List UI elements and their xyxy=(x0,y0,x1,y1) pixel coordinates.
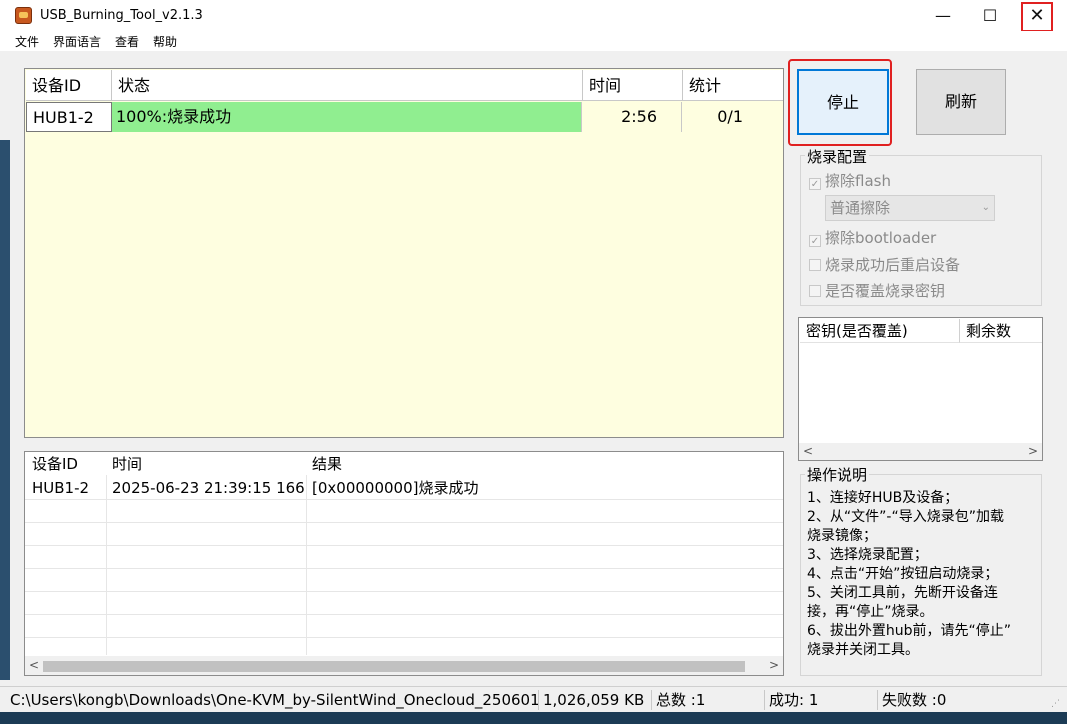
overwrite-key-label: 是否覆盖烧录密钥 xyxy=(825,282,946,300)
checkbox-unchecked-icon xyxy=(809,259,821,271)
header-status[interactable]: 状态 xyxy=(112,70,583,101)
menu-file[interactable]: 文件 xyxy=(15,33,39,50)
maximize-button[interactable]: ☐ xyxy=(967,0,1013,31)
status-divider xyxy=(651,690,652,710)
close-button[interactable]: ✕ xyxy=(1021,2,1053,32)
title-bar: USB_Burning_Tool_v2.1.3 — ☐ ✕ xyxy=(0,0,1067,32)
grid-line xyxy=(25,522,783,523)
instructions-title: 操作说明 xyxy=(805,464,870,485)
grid-line xyxy=(106,475,107,655)
log-row-id[interactable]: HUB1-2 xyxy=(26,477,106,500)
status-divider xyxy=(764,690,765,710)
status-file-size: 1,026,059 KB xyxy=(543,691,645,709)
log-horizontal-scrollbar[interactable]: < > xyxy=(25,656,783,675)
header-time[interactable]: 时间 xyxy=(583,70,683,101)
restart-after-label: 烧录成功后重启设备 xyxy=(825,256,961,274)
instruction-line: 2、从“文件”-“导入烧录包”加载 xyxy=(807,509,1004,525)
instruction-line: 接，再“停止”烧录。 xyxy=(807,604,934,620)
header-stat[interactable]: 统计 xyxy=(683,70,783,101)
key-header-key[interactable]: 密钥(是否覆盖) xyxy=(800,319,960,343)
log-grid[interactable]: 设备ID 时间 结果 HUB1-2 2025-06-23 21:39:15 16… xyxy=(24,451,784,676)
device-grid-header: 设备ID 状态 时间 统计 xyxy=(26,70,783,101)
instruction-line: 1、连接好HUB及设备； xyxy=(807,490,959,506)
erase-mode-select[interactable]: 普通擦除 ⌄ xyxy=(825,195,995,221)
grid-line xyxy=(306,475,307,655)
erase-flash-label: 擦除flash xyxy=(825,172,891,190)
desktop-background xyxy=(0,140,10,680)
checkbox-unchecked-icon xyxy=(809,285,821,297)
status-divider xyxy=(538,690,539,710)
key-table[interactable]: 密钥(是否覆盖) 剩余数 < > xyxy=(798,317,1043,461)
status-divider xyxy=(877,690,878,710)
scroll-thumb[interactable] xyxy=(43,661,745,672)
status-file-path: C:\Users\kongb\Downloads\One-KVM_by-Sile… xyxy=(10,691,538,709)
erase-flash-checkbox[interactable]: ✓ 擦除flash xyxy=(809,170,891,191)
device-row-status[interactable]: 100%:烧录成功 xyxy=(112,102,582,132)
grid-line xyxy=(25,591,783,592)
burn-config-title: 烧录配置 xyxy=(805,146,870,167)
grid-line xyxy=(25,499,783,500)
menu-help[interactable]: 帮助 xyxy=(153,33,177,50)
checkbox-checked-icon: ✓ xyxy=(809,178,821,190)
grid-line xyxy=(25,568,783,569)
instruction-line: 6、拔出外置hub前，请先“停止” xyxy=(807,623,1012,639)
device-grid[interactable]: 设备ID 状态 时间 统计 HUB1-2 100%:烧录成功 2:56 0/1 xyxy=(24,68,784,438)
device-row-id[interactable]: HUB1-2 xyxy=(26,102,112,132)
overwrite-key-checkbox[interactable]: 是否覆盖烧录密钥 xyxy=(809,280,945,301)
stop-button[interactable]: 停止 xyxy=(797,69,889,135)
device-row-stat[interactable]: 0/1 xyxy=(682,102,781,132)
erase-mode-value: 普通擦除 xyxy=(830,199,891,217)
chevron-down-icon: ⌄ xyxy=(981,202,990,213)
header-device-id[interactable]: 设备ID xyxy=(26,70,112,101)
log-header-time[interactable]: 时间 xyxy=(106,453,306,476)
taskbar-strip xyxy=(0,712,1067,724)
status-bar: C:\Users\kongb\Downloads\One-KVM_by-Sile… xyxy=(0,686,1067,713)
resize-grip-icon[interactable]: ⋰ xyxy=(1051,699,1063,711)
menu-bar: 文件 界面语言 查看 帮助 xyxy=(0,31,1067,51)
log-row-time[interactable]: 2025-06-23 21:39:15 166 xyxy=(106,477,306,500)
refresh-button[interactable]: 刷新 xyxy=(916,69,1006,135)
scroll-right-icon[interactable]: > xyxy=(1024,443,1042,460)
erase-bootloader-checkbox[interactable]: ✓ 擦除bootloader xyxy=(809,227,936,248)
log-header-result[interactable]: 结果 xyxy=(306,453,606,476)
key-horizontal-scrollbar[interactable]: < > xyxy=(799,443,1042,460)
scroll-left-icon[interactable]: < xyxy=(25,656,43,675)
status-fail: 失败数 :0 xyxy=(882,691,947,709)
main-window: USB_Burning_Tool_v2.1.3 — ☐ ✕ 文件 界面语言 查看… xyxy=(0,0,1067,724)
log-row-result[interactable]: [0x00000000]烧录成功 xyxy=(306,477,606,500)
key-header-remaining[interactable]: 剩余数 xyxy=(960,319,1042,343)
device-row-time[interactable]: 2:56 xyxy=(582,102,682,132)
scroll-right-icon[interactable]: > xyxy=(765,656,783,675)
restart-after-checkbox[interactable]: 烧录成功后重启设备 xyxy=(809,254,960,275)
instruction-line: 烧录并关闭工具。 xyxy=(807,642,919,658)
grid-line xyxy=(25,614,783,615)
scroll-left-icon[interactable]: < xyxy=(799,443,817,460)
window-title: USB_Burning_Tool_v2.1.3 xyxy=(40,8,203,23)
menu-language[interactable]: 界面语言 xyxy=(53,33,101,50)
status-success: 成功: 1 xyxy=(769,691,819,709)
instruction-line: 烧录镜像； xyxy=(807,528,877,544)
erase-bootloader-label: 擦除bootloader xyxy=(825,229,937,247)
log-header-device-id[interactable]: 设备ID xyxy=(26,453,106,476)
checkbox-checked-icon: ✓ xyxy=(809,235,821,247)
instruction-line: 3、选择烧录配置； xyxy=(807,547,928,563)
app-icon xyxy=(15,7,32,24)
minimize-button[interactable]: — xyxy=(920,0,966,31)
grid-line xyxy=(25,545,783,546)
instruction-line: 5、关闭工具前，先断开设备连 xyxy=(807,585,998,601)
grid-line xyxy=(25,637,783,638)
menu-view[interactable]: 查看 xyxy=(115,33,139,50)
instruction-line: 4、点击“开始”按钮启动烧录； xyxy=(807,566,999,582)
status-total: 总数 :1 xyxy=(656,691,706,709)
